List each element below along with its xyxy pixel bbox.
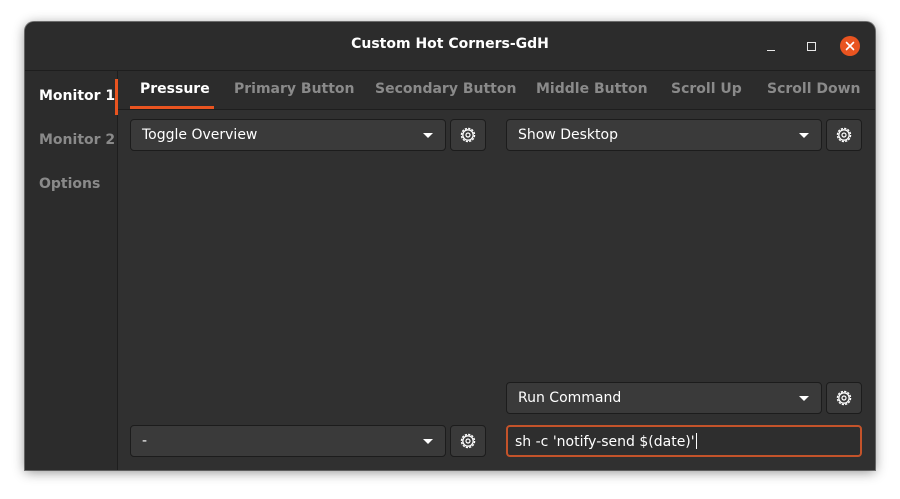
tab-middle-button[interactable]: Middle Button — [536, 81, 648, 97]
tab-pressure[interactable]: Pressure — [140, 81, 210, 97]
tab-scroll-up[interactable]: Scroll Up — [671, 81, 742, 97]
title-bar[interactable]: Custom Hot Corners-GdH — [25, 22, 875, 71]
tab-scroll-down[interactable]: Scroll Down — [767, 81, 861, 97]
gear-icon — [460, 433, 476, 449]
bottom-left-action-label: - — [142, 433, 148, 449]
gear-icon — [836, 127, 852, 143]
bottom-right-settings-button[interactable] — [826, 382, 862, 414]
top-left-action-dropdown[interactable]: Toggle Overview — [130, 119, 446, 151]
bottom-right-action-dropdown[interactable]: Run Command — [506, 382, 822, 414]
top-right-action-dropdown[interactable]: Show Desktop — [506, 119, 822, 151]
maximize-icon — [806, 41, 816, 51]
top-left-action-label: Toggle Overview — [142, 127, 258, 143]
window-title: Custom Hot Corners-GdH — [351, 36, 549, 52]
close-icon — [845, 41, 855, 51]
chevron-down-icon — [799, 396, 809, 401]
gear-icon — [836, 390, 852, 406]
app-window: Custom Hot Corners-GdH Monitor 1 Monitor… — [25, 22, 875, 470]
top-left-settings-button[interactable] — [450, 119, 486, 151]
sidebar-item-options[interactable]: Options — [39, 176, 100, 192]
bottom-left-settings-button[interactable] — [450, 425, 486, 457]
chevron-down-icon — [423, 133, 433, 138]
sidebar-item-monitor-1[interactable]: Monitor 1 — [39, 88, 115, 104]
bottom-right-action-label: Run Command — [518, 390, 622, 406]
minimize-button[interactable] — [761, 36, 781, 56]
top-right-settings-button[interactable] — [826, 119, 862, 151]
bottom-left-action-dropdown[interactable]: - — [130, 425, 446, 457]
command-input[interactable]: sh -c 'notify-send $(date)' — [506, 425, 862, 457]
text-caret — [695, 433, 697, 449]
top-right-action-label: Show Desktop — [518, 127, 618, 143]
gear-icon — [460, 127, 476, 143]
maximize-button[interactable] — [801, 36, 821, 56]
chevron-down-icon — [423, 439, 433, 444]
tab-secondary-button[interactable]: Secondary Button — [375, 81, 516, 97]
tab-primary-button[interactable]: Primary Button — [234, 81, 355, 97]
close-button[interactable] — [840, 36, 860, 56]
chevron-down-icon — [799, 133, 809, 138]
tab-active-indicator — [130, 106, 214, 109]
minimize-icon — [767, 49, 775, 51]
command-input-value: sh -c 'notify-send $(date)' — [515, 433, 697, 450]
sidebar-item-monitor-2[interactable]: Monitor 2 — [39, 132, 115, 148]
monitor-sidebar: Monitor 1 Monitor 2 Options — [25, 71, 118, 470]
tab-bar: Pressure Primary Button Secondary Button… — [118, 71, 875, 110]
